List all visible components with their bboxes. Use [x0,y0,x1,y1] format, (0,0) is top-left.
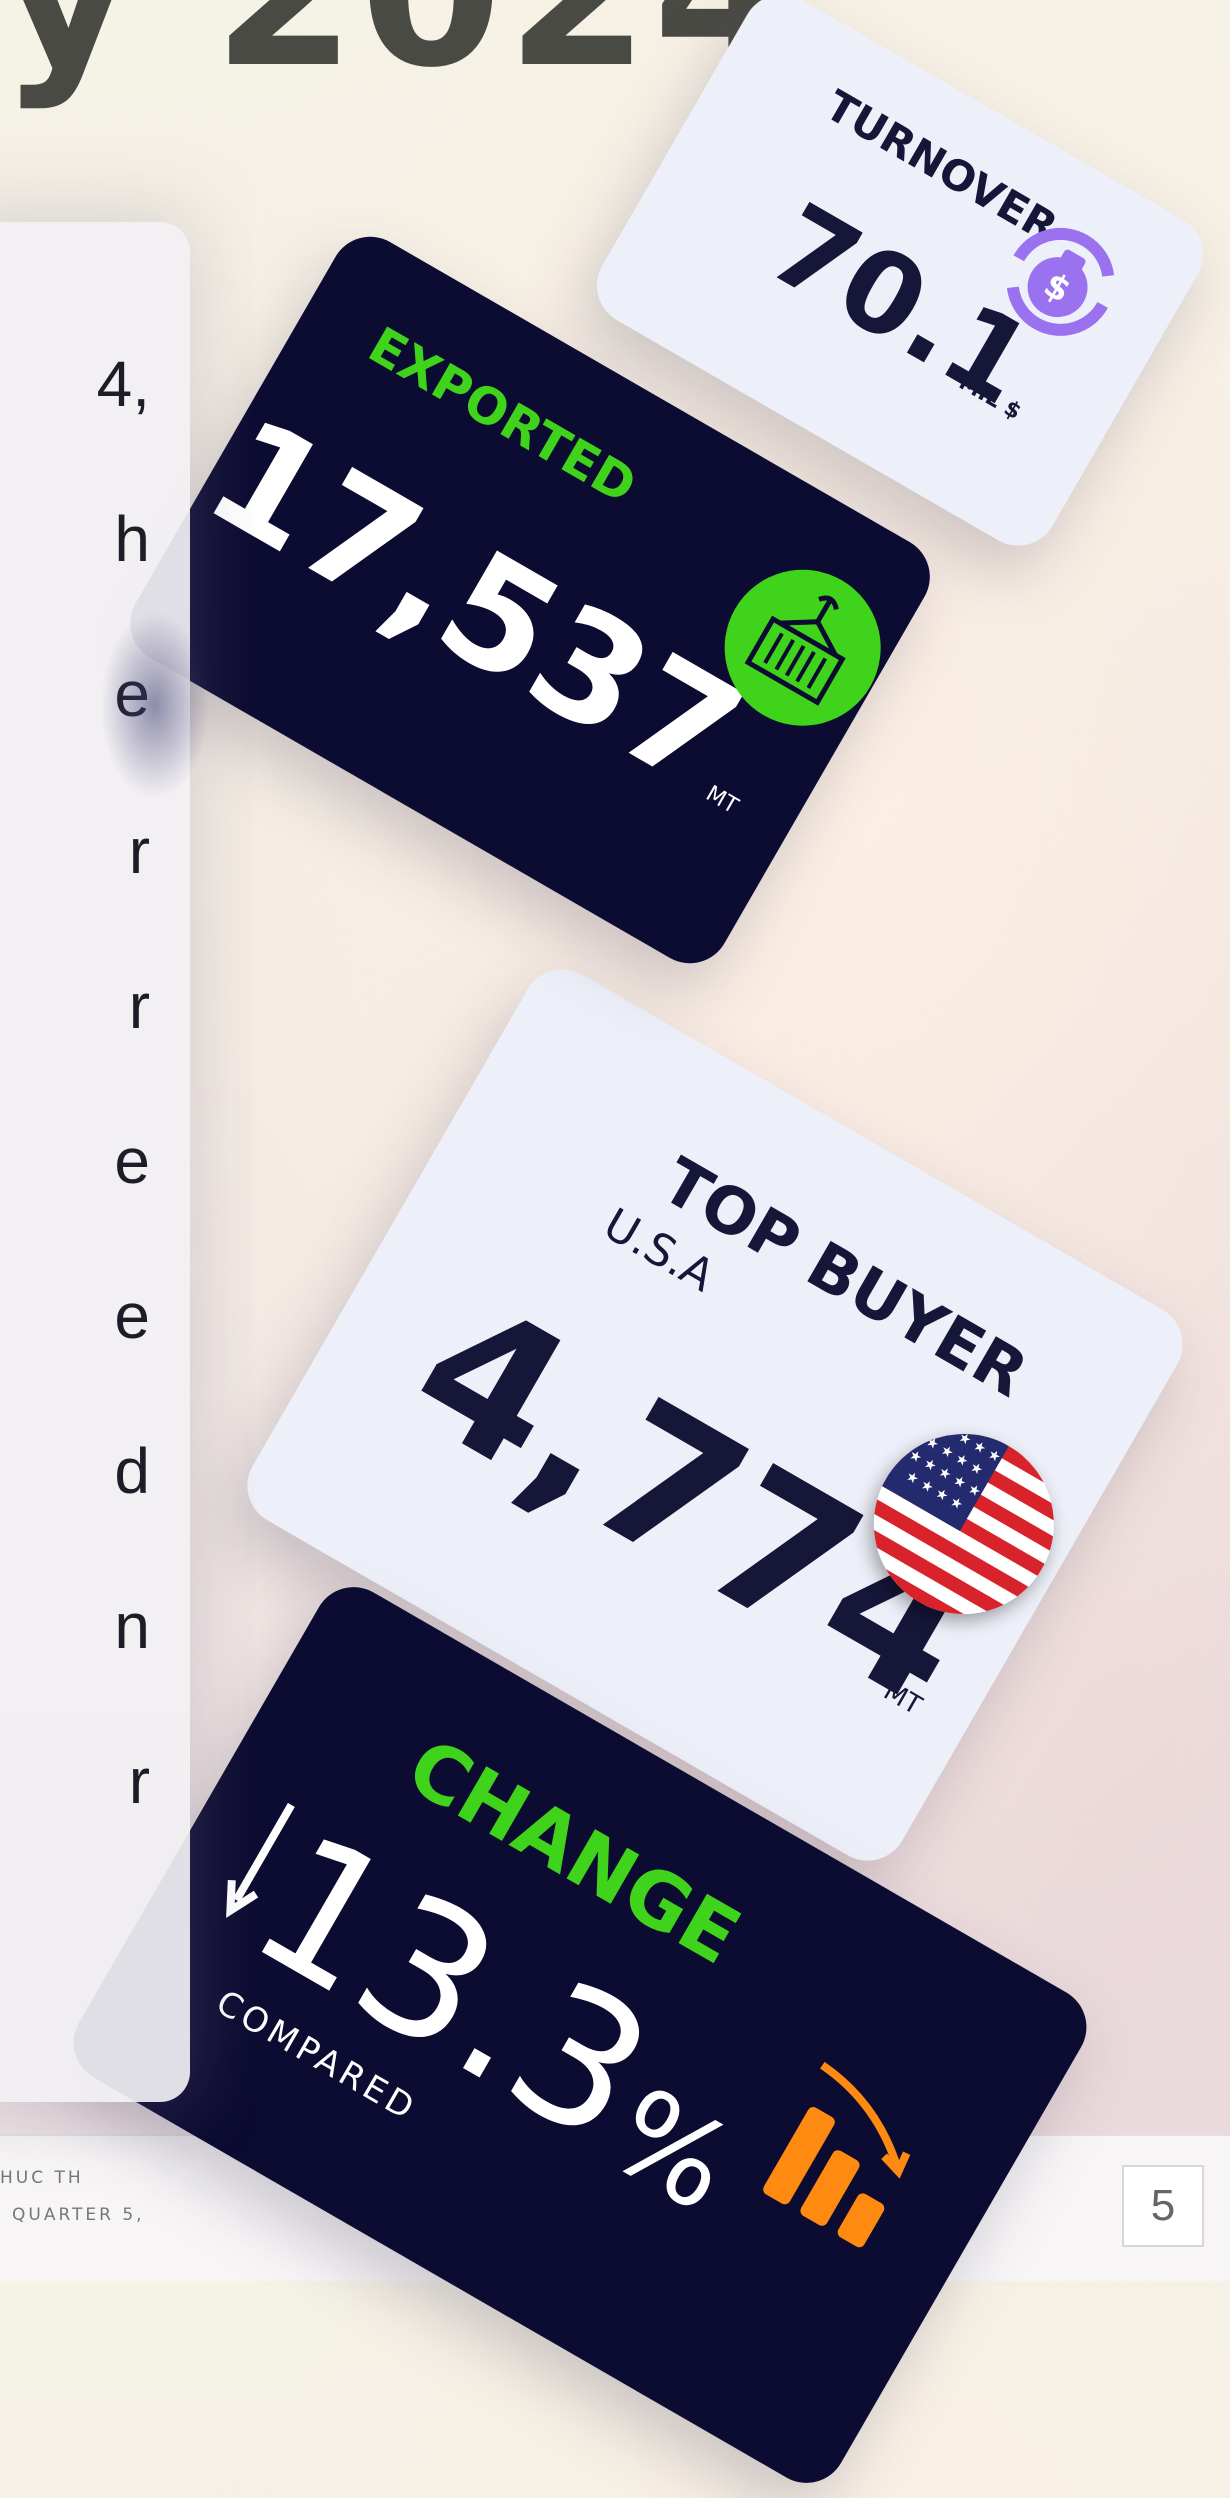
body-text-panel: 4, h e r r e e d n r [0,222,190,2102]
body-line-end: r [128,970,150,1042]
page-heading: y 2024 [0,0,800,113]
page-number: 5 [1122,2165,1204,2247]
footer-title: HUC TH [0,2168,84,2188]
body-line-end: 4, [96,348,150,420]
body-line-end: d [114,1435,150,1507]
body-line-end: r [128,815,150,887]
body-line-end: h [114,503,150,575]
footer-subtitle: QUARTER 5, [12,2205,145,2225]
decreasing-bars-icon [743,2054,953,2268]
exported-unit: MT [701,781,743,820]
panel-shadow [100,610,210,800]
body-line-end: e [114,1280,150,1352]
body-line-end: e [114,1125,150,1197]
body-line-end: n [114,1590,150,1662]
exported-value: 17,537 [180,384,769,825]
body-line-end: r [128,1745,150,1817]
